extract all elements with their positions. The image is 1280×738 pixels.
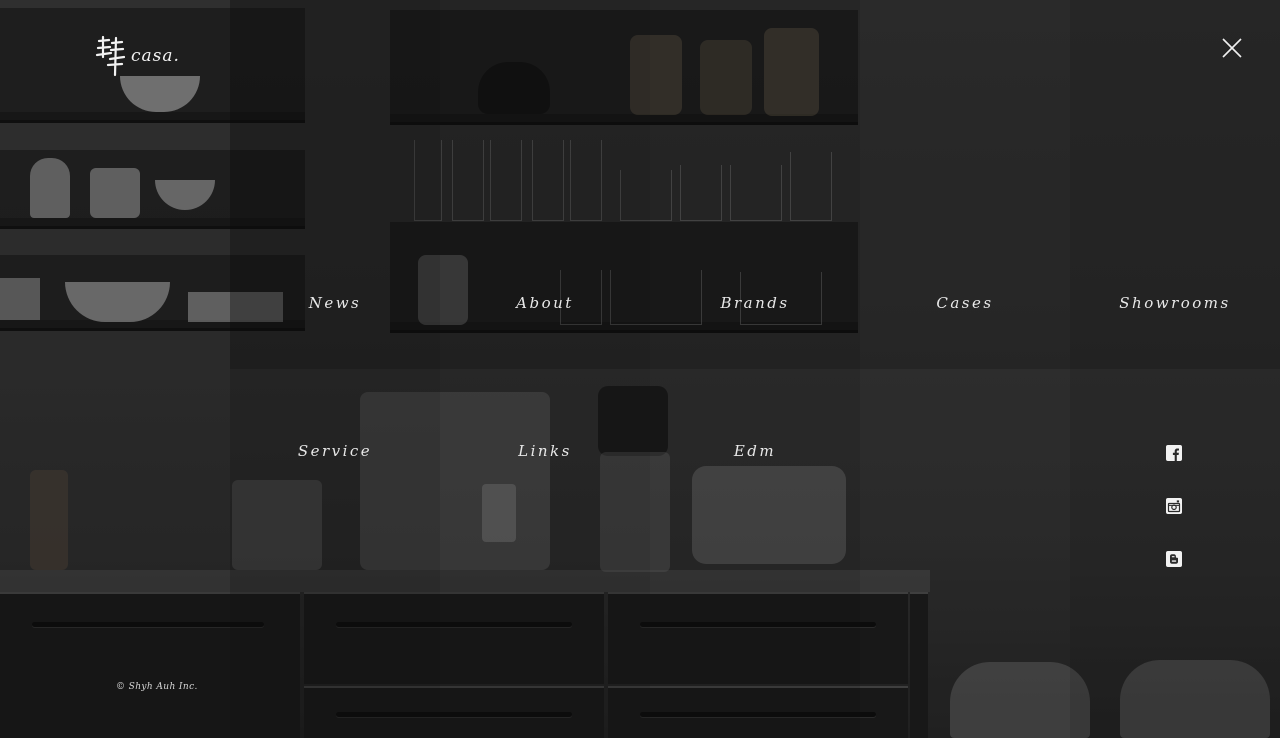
menu-item-showrooms[interactable]: Showrooms: [1070, 294, 1280, 312]
instagram-link[interactable]: [1166, 498, 1182, 514]
close-icon: [1222, 38, 1242, 58]
menu-item-edm[interactable]: Edm: [650, 442, 860, 460]
brand-logo-text: casa.: [131, 46, 180, 66]
blogger-link[interactable]: [1166, 551, 1182, 567]
instagram-icon: [1166, 498, 1182, 514]
menu-item-cases[interactable]: Cases: [860, 294, 1070, 312]
menu-column-2: [440, 0, 650, 738]
menu-item-news[interactable]: News: [230, 294, 440, 312]
facebook-link[interactable]: [1166, 445, 1182, 461]
facebook-icon: [1166, 445, 1182, 461]
menu-column-4: [860, 0, 1070, 738]
menu-item-brands[interactable]: Brands: [650, 294, 860, 312]
brand-calligraphy-logo: [95, 35, 125, 77]
menu-item-about[interactable]: About: [440, 294, 650, 312]
menu-column-1: [230, 0, 440, 738]
close-button[interactable]: [1220, 36, 1244, 60]
left-panel: [0, 0, 230, 738]
menu-overlay-page: casa. News About Brands Cases Showrooms …: [0, 0, 1280, 738]
menu-column-5: [1070, 0, 1280, 738]
blogger-icon: [1166, 551, 1182, 567]
copyright-text: © Shyh Auh Inc.: [116, 682, 198, 692]
menu-item-service[interactable]: Service: [230, 442, 440, 460]
brand-logo[interactable]: casa.: [95, 34, 205, 78]
menu-item-links[interactable]: Links: [440, 442, 650, 460]
menu-column-3: [650, 0, 860, 738]
